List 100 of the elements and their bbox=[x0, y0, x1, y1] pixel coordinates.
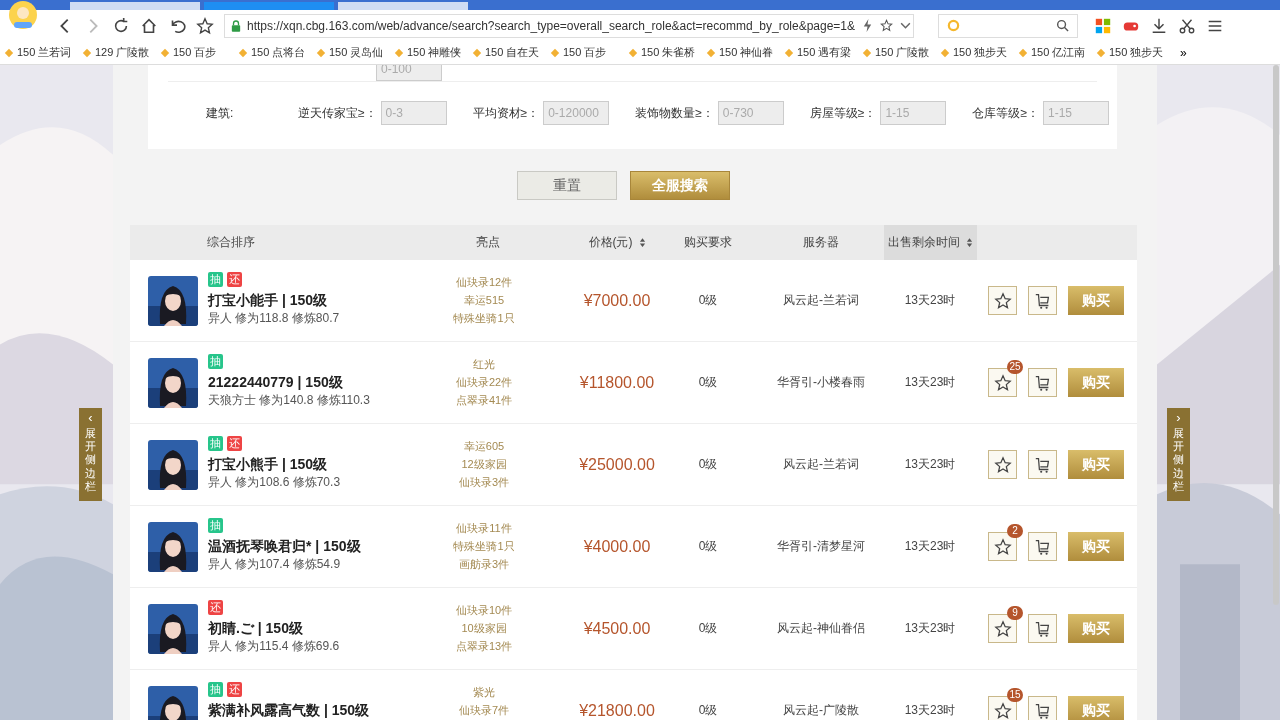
star-icon bbox=[993, 701, 1012, 720]
cart-button[interactable] bbox=[1028, 532, 1057, 561]
sort-icon[interactable] bbox=[965, 237, 973, 248]
apps-icon[interactable] bbox=[1094, 16, 1112, 35]
time-left: 13天23时 bbox=[904, 539, 956, 553]
cart-button[interactable] bbox=[1028, 368, 1057, 397]
reload-icon[interactable] bbox=[112, 16, 130, 35]
bookmark-item[interactable]: 150 神雕侠 bbox=[394, 45, 468, 60]
bookmark-item[interactable]: 150 百步 bbox=[160, 45, 234, 60]
highlight-text: 幸运605 bbox=[463, 439, 505, 454]
star-icon[interactable] bbox=[880, 19, 894, 32]
cart-button[interactable] bbox=[1028, 696, 1057, 720]
table-row[interactable]: 抽 还 紫满补风露高气数 | 150级 紫光 仙玦录7件 ¥21800.00 0级 风云起-广陵散 13天23时 15 购买 bbox=[130, 670, 1137, 720]
price: ¥11800.00 bbox=[579, 373, 655, 391]
requirement-text: 0级 bbox=[698, 457, 718, 471]
search-icon[interactable] bbox=[1056, 19, 1069, 32]
cart-icon bbox=[1033, 701, 1052, 720]
highlight-text: 紫光 bbox=[473, 685, 495, 700]
requirement-text: 0级 bbox=[698, 621, 718, 635]
price: ¥7000.00 bbox=[583, 291, 651, 309]
time-left: 13天23时 bbox=[904, 621, 956, 635]
role-name[interactable]: 打宝小能手 | 150级 bbox=[208, 291, 434, 309]
role-name[interactable]: 21222440779 | 150级 bbox=[208, 373, 434, 391]
column-header[interactable]: 购买要求 bbox=[680, 225, 736, 260]
input-field[interactable]: 0-120000 bbox=[543, 101, 610, 125]
favorite-button[interactable] bbox=[988, 450, 1017, 479]
address-bar[interactable]: https://xqn.cbg.163.com/web/advance/search?search_type=overall_search_role&act=recommd_by_role&page=1& bbox=[224, 13, 914, 38]
highlight-text: 点翠录13件 bbox=[455, 639, 513, 654]
role-name[interactable]: 初睛.ご | 150级 bbox=[208, 619, 434, 637]
field-label: 仓库等级≥： bbox=[972, 104, 1039, 122]
input-field[interactable]: 0-3 bbox=[380, 101, 447, 125]
favorite-count-badge: 9 bbox=[1007, 606, 1023, 620]
favorite-button[interactable] bbox=[988, 532, 1017, 561]
role-stats: 异人 修为107.4 修炼54.9 bbox=[208, 556, 342, 572]
role-stats: 异人 修为115.4 修炼69.6 bbox=[208, 638, 341, 654]
requirement-text: 0级 bbox=[698, 375, 718, 389]
input-field[interactable]: 0-100 bbox=[376, 65, 442, 81]
bookmark-icon bbox=[82, 47, 92, 58]
bookmark-item[interactable]: 150 百步 bbox=[550, 45, 624, 60]
star-icon[interactable] bbox=[196, 16, 214, 35]
sort-icon[interactable] bbox=[638, 237, 646, 248]
time-left: 13天23时 bbox=[904, 457, 956, 471]
price: ¥25000.00 bbox=[579, 455, 655, 473]
ring-icon bbox=[947, 19, 960, 32]
scrollbar[interactable] bbox=[1273, 65, 1279, 605]
table-row[interactable]: 抽 温酒抚琴唤君归* | 150级 异人 修为107.4 修炼54.9 仙玦录11件 特殊坐骑1只 画舫录3件 ¥4000.00 0级 华胥引-清梦星河 13天23时 2 购买 bbox=[130, 506, 1137, 588]
bookmark-item[interactable]: 150 兰若词 bbox=[4, 45, 78, 60]
bookmark-item[interactable]: 129 广陵散 bbox=[82, 45, 156, 60]
cart-icon bbox=[1033, 537, 1052, 556]
input-field[interactable]: 1-15 bbox=[880, 101, 947, 125]
favorite-button[interactable] bbox=[988, 286, 1017, 315]
column-header[interactable]: 服务器 bbox=[799, 225, 843, 260]
group-label: 建筑: bbox=[206, 104, 235, 122]
role-name[interactable]: 紫满补风露高气数 | 150级 bbox=[208, 701, 434, 719]
bookmark-icon bbox=[784, 47, 794, 58]
cart-icon bbox=[1033, 291, 1052, 310]
bookmark-item[interactable]: 150 朱雀桥 bbox=[628, 45, 702, 60]
bookmark-item[interactable]: 150 独步天 bbox=[1096, 45, 1170, 60]
bookmark-item[interactable]: 150 神仙眷 bbox=[706, 45, 780, 60]
bookmark-item[interactable]: 150 遇有梁 bbox=[784, 45, 858, 60]
favorite-button[interactable] bbox=[988, 368, 1017, 397]
table-row[interactable]: 抽 21222440779 | 150级 天狼方士 修为140.8 修炼110.3 红光 仙玦录22件 点翠录41件 ¥11800.00 0级 华胥引-小楼春雨 13天23时 25 购买 bbox=[130, 342, 1137, 424]
more-bookmarks-button[interactable]: » bbox=[1180, 45, 1187, 60]
column-header[interactable]: 综合排序 bbox=[203, 225, 259, 260]
favorite-button[interactable] bbox=[988, 696, 1017, 720]
table-row[interactable]: 抽 还 打宝小熊手 | 150级 异人 修为108.6 修炼70.3 幸运605 12级家园 仙玦录3件 ¥25000.00 0级 风云起-兰若词 13天23时 购买 bbox=[130, 424, 1137, 506]
expand-sidebar-tab[interactable]: › 展开侧边栏 bbox=[1167, 408, 1190, 501]
column-header[interactable]: 亮点 bbox=[472, 225, 504, 260]
role-name[interactable]: 打宝小熊手 | 150级 bbox=[208, 455, 434, 473]
highlight-text: 红光 bbox=[473, 357, 495, 372]
column-header[interactable]: 出售剩余时间 bbox=[883, 225, 977, 260]
role-name[interactable]: 温酒抚琴唤君归* | 150级 bbox=[208, 537, 434, 555]
input-field[interactable]: 1-15 bbox=[1042, 101, 1109, 125]
bookmark-item[interactable]: 150 独步天 bbox=[940, 45, 1014, 60]
requirement-text: 0级 bbox=[698, 293, 718, 307]
input-field[interactable]: 0-730 bbox=[717, 101, 784, 125]
tag: 还 bbox=[227, 436, 242, 451]
role-stats: 异人 修为108.6 修炼70.3 bbox=[208, 474, 342, 490]
search-field[interactable] bbox=[938, 13, 1078, 38]
reset-button[interactable]: 重置 bbox=[517, 171, 617, 200]
bookmark-item[interactable]: 150 自在天 bbox=[472, 45, 546, 60]
bookmark-item[interactable]: 150 广陵散 bbox=[862, 45, 936, 60]
favorite-button[interactable] bbox=[988, 614, 1017, 643]
table-row[interactable]: 抽 还 打宝小能手 | 150级 异人 修为118.8 修炼80.7 仙玦录12件 幸运515 特殊坐骑1只 ¥7000.00 0级 风云起-兰若词 13天23时 购买 bbox=[130, 260, 1137, 342]
cart-icon bbox=[1033, 619, 1052, 638]
cart-button[interactable] bbox=[1028, 614, 1057, 643]
column-header[interactable]: 价格(元) bbox=[584, 225, 650, 260]
tag: 还 bbox=[227, 682, 242, 697]
favorite-count-badge: 25 bbox=[1007, 360, 1023, 374]
cart-button[interactable] bbox=[1028, 286, 1057, 315]
home-icon[interactable] bbox=[140, 16, 158, 35]
table-row[interactable]: 还 初睛.ご | 150级 异人 修为115.4 修炼69.6 仙玦录10件 10级家园 点翠录13件 ¥4500.00 0级 风云起-神仙眷侣 13天23时 9 购买 bbox=[130, 588, 1137, 670]
tag: 还 bbox=[227, 272, 242, 287]
cart-button[interactable] bbox=[1028, 450, 1057, 479]
bookmark-item[interactable]: 150 灵岛仙 bbox=[316, 45, 390, 60]
expand-sidebar-tab[interactable]: ‹ 展开侧边栏 bbox=[79, 408, 102, 501]
bookmark-item[interactable]: 150 亿江南 bbox=[1018, 45, 1092, 60]
bookmark-item[interactable]: 150 点将台 bbox=[238, 45, 312, 60]
download-icon[interactable] bbox=[1150, 16, 1168, 35]
server-name: 风云起-广陵散 bbox=[783, 703, 859, 717]
